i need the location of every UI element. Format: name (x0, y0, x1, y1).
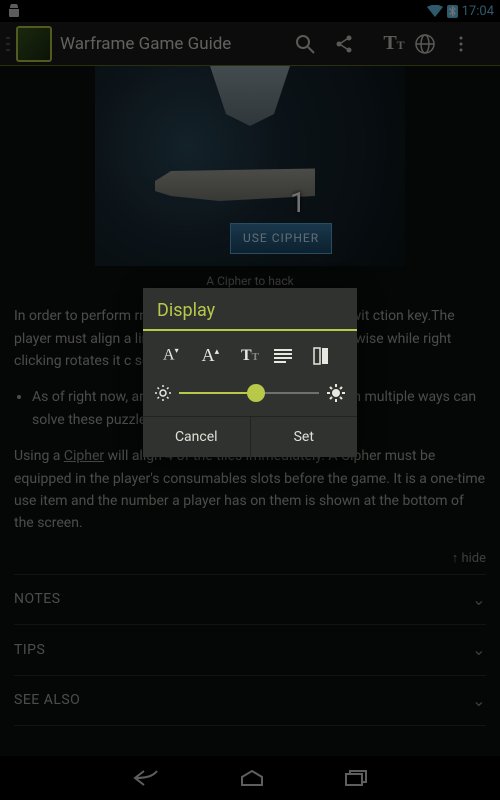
dialog-buttons: Cancel Set (143, 416, 357, 457)
dialog-title: Display (143, 288, 357, 331)
decrease-font-icon[interactable]: A▾ (155, 346, 187, 364)
slider-thumb[interactable] (247, 384, 265, 402)
dialog-toolbar: A▾ A▴ TT (143, 331, 357, 380)
brightness-slider-row (143, 380, 357, 416)
brightness-high-icon (327, 384, 345, 402)
align-icon[interactable] (274, 349, 306, 363)
brightness-low-icon (155, 385, 171, 401)
increase-font-icon[interactable]: A▴ (194, 345, 226, 366)
display-dialog: Display A▾ A▴ TT Cancel Set (143, 288, 357, 457)
brightness-slider[interactable] (179, 392, 319, 394)
theme-icon[interactable] (313, 347, 345, 365)
font-style-icon[interactable]: TT (234, 347, 266, 365)
cancel-button[interactable]: Cancel (143, 417, 251, 457)
set-button[interactable]: Set (251, 417, 358, 457)
